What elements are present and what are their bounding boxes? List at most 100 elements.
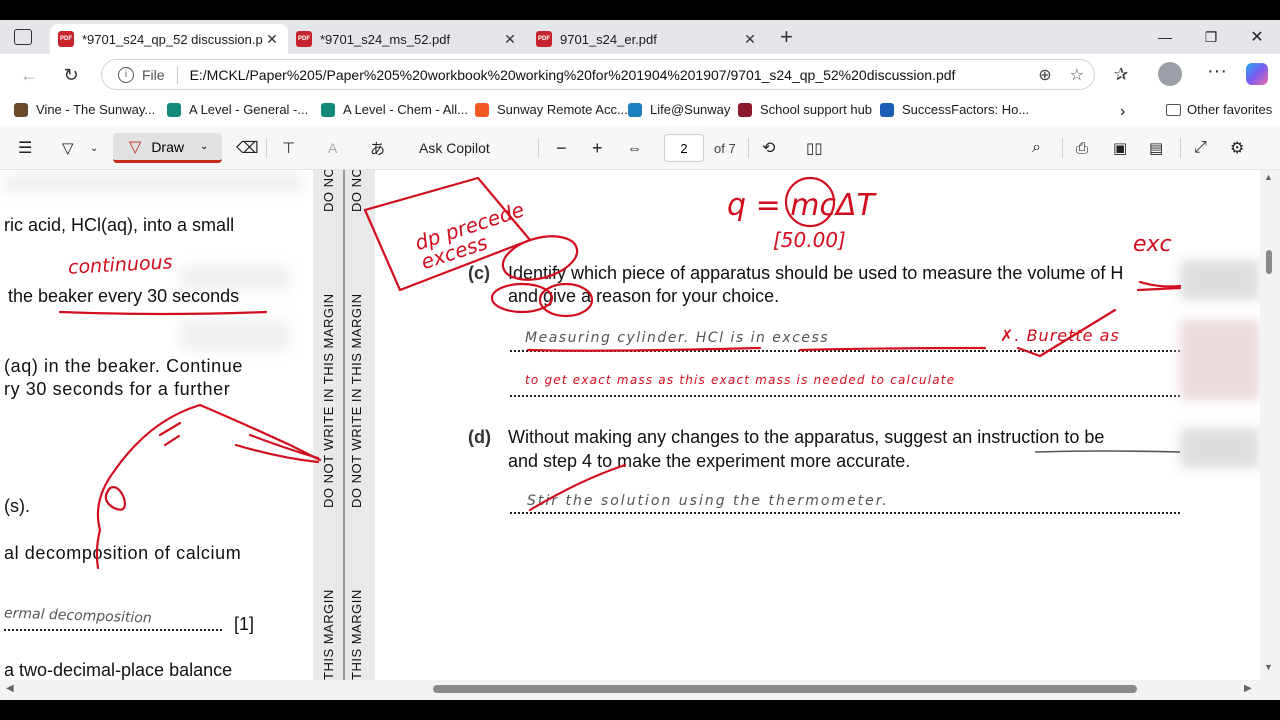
favorite-label: Vine - The Sunway... [36,102,156,117]
settings-gear-icon[interactable]: ⚙ [1230,136,1244,160]
handwriting-note: continuous [67,251,174,279]
search-icon[interactable]: ⌕ [1032,136,1041,160]
chevron-right-icon[interactable]: › [1120,103,1125,121]
zoom-out-icon[interactable]: − [556,136,567,160]
favorite-item[interactable]: Vine - The Sunway... [14,102,155,117]
margin-warning: THIS MARGIN [349,589,364,680]
page-number-input[interactable]: 2 [664,134,704,162]
other-favorites-label: Other favorites [1187,102,1273,117]
handwriting-answer: Stir the solution using the thermometer. [527,493,889,509]
vertical-scrollbar[interactable]: ▲ ▼ [1260,170,1280,700]
pdf-icon: PDF [536,31,552,47]
other-favorites[interactable]: Other favorites [1166,102,1272,117]
favicon-icon [880,102,894,117]
address-row: ← ↻ i File E:/MCKL/Paper%205/Paper%205%2… [0,54,1280,94]
zoom-in-icon[interactable]: + [592,136,603,160]
question-text: Without making any changes to the appara… [508,427,1105,447]
horizontal-scroll-thumb[interactable] [433,685,1137,693]
rotate-icon[interactable]: ⟲ [762,136,775,160]
folder-icon [1166,103,1181,116]
favorite-item[interactable]: SuccessFactors: Ho... [880,102,1029,117]
favorites-icon[interactable]: ✰ [1114,65,1128,85]
answer-line [510,350,1180,352]
question-text: and give a reason for your choice. [508,286,780,306]
scroll-up-icon[interactable]: ▲ [1264,172,1273,182]
scroll-left-icon[interactable]: ◀ [6,683,14,694]
tab-title: 9701_s24_er.pdf [560,31,657,47]
refresh-icon[interactable]: ↻ [58,62,84,88]
fullscreen-icon[interactable]: ⤢ [1194,136,1207,160]
handwriting-answer: Measuring cylinder. HCl is in excess [525,330,830,346]
pdf-toolbar: ☰ ▽ ⌄ ▽ Draw ⌄ ⌫ ⊤ A あ Ask Copilot − + ⇔… [0,126,1280,170]
tab-actions-icon[interactable] [14,29,32,45]
favicon-icon [738,102,752,117]
save-icon[interactable]: ▣ [1113,136,1127,160]
ask-copilot-button[interactable]: Ask Copilot [419,136,490,160]
margin-warning: DO NOT WRITE IN THIS MARGIN [321,293,336,508]
close-icon[interactable]: ✕ [740,31,760,48]
mark-allocation: [1] [234,614,255,634]
favorite-item[interactable]: A Level - General -... [167,102,308,117]
scroll-down-icon[interactable]: ▼ [1264,662,1273,672]
address-bar[interactable]: i File E:/MCKL/Paper%205/Paper%205%20wor… [101,59,1095,90]
favicon-icon [475,102,489,117]
margin-warning: DO NOT [321,170,336,212]
info-icon[interactable]: i [118,66,134,83]
margin-warning: DO NOT [349,170,364,212]
favorite-item[interactable]: School support hub [738,102,872,117]
question-label: (d) [468,427,491,447]
favorite-item[interactable]: A Level - Chem - All... [321,102,468,117]
draw-label: Draw [151,138,184,155]
handwriting-formula: q = mcΔT [727,188,875,223]
close-icon[interactable]: ✕ [500,31,520,48]
pdf-viewport[interactable]: ric acid, HCl(aq), into a small the beak… [0,170,1280,700]
vertical-scroll-thumb[interactable] [1266,250,1272,274]
margin-warning: THIS MARGIN [321,589,336,680]
tab-ms[interactable]: PDF *9701_s24_ms_52.pdf ✕ [296,24,526,54]
highlight-icon[interactable]: ▽ [62,136,74,160]
draw-button[interactable]: ▽ Draw ⌄ [113,133,222,163]
minimize-icon[interactable]: — [1142,20,1188,54]
margin-warning: DO NOT WRITE IN THIS MARGIN [349,293,364,508]
save-as-icon[interactable]: ▤ [1149,136,1163,160]
zoom-icon[interactable]: ⊕ [1038,65,1051,85]
page-gap [1180,170,1260,700]
translate-icon[interactable]: あ [370,136,385,160]
favicon-icon [167,102,181,117]
fit-width-icon[interactable]: ⇔ [627,136,642,160]
question-text: and step 4 to make the experiment more a… [508,451,911,471]
tab-qp-discussion[interactable]: PDF *9701_s24_qp_52 discussion.pdf ✕ [50,24,288,54]
restore-icon[interactable]: ❐ [1188,20,1234,54]
text-line: (aq) in the beaker. Continue [4,356,243,376]
profile-avatar[interactable] [1158,62,1182,86]
favorite-label: SuccessFactors: Ho... [902,102,1030,117]
favorite-label: A Level - General -... [189,102,309,117]
new-tab-icon[interactable]: + [780,24,793,50]
favorite-item[interactable]: Life@Sunway [628,102,730,117]
eraser-icon[interactable]: ⌫ [236,136,259,160]
favorite-item[interactable]: Sunway Remote Acc... [475,102,628,117]
answer-line [4,629,222,631]
handwriting-note: ermal decomposition [3,605,153,627]
back-icon[interactable]: ← [16,62,42,88]
chevron-down-icon[interactable]: ⌄ [200,141,208,152]
text-box-icon[interactable]: ⊤ [282,136,295,160]
tab-er[interactable]: PDF 9701_s24_er.pdf ✕ [536,24,766,54]
url-text[interactable]: E:/MCKL/Paper%205/Paper%205%20workbook%2… [190,67,956,83]
more-icon[interactable]: ··· [1207,60,1227,83]
print-icon[interactable]: ⎙ [1076,136,1088,160]
text-line: al decomposition of calcium [4,543,242,563]
text-line: ry 30 seconds for a further [4,379,231,399]
copilot-icon[interactable] [1246,63,1268,85]
favorite-star-icon[interactable]: ☆ [1070,65,1084,85]
horizontal-scrollbar[interactable]: ◀ ▶ [0,680,1260,700]
scroll-right-icon[interactable]: ▶ [1244,683,1252,694]
page-view-icon[interactable]: ▯▯ [806,136,823,160]
contents-icon[interactable]: ☰ [18,136,32,160]
window-close-icon[interactable]: ✕ [1234,20,1280,54]
text-line: (s). [4,496,30,516]
close-icon[interactable]: ✕ [262,31,282,48]
chevron-down-icon[interactable]: ⌄ [90,136,98,160]
text-line: a two-decimal-place balance [4,660,233,680]
favicon-icon [628,102,642,117]
